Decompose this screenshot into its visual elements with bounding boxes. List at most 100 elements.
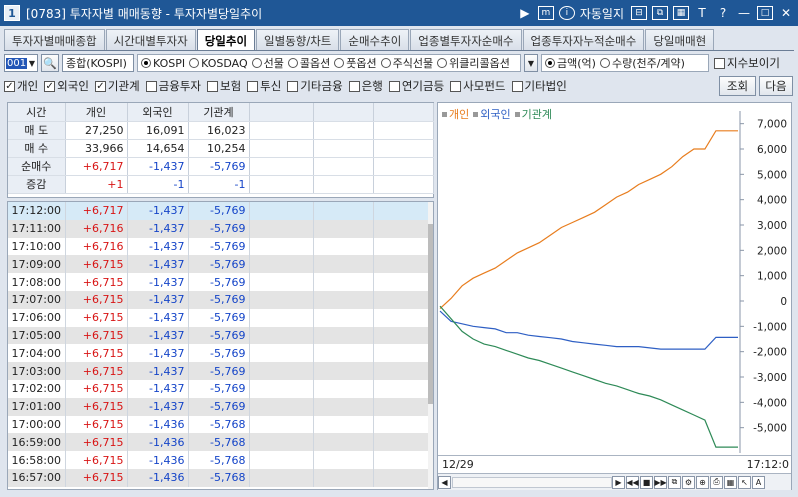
table-row[interactable]: 17:11:00 +6,716 -1,437 -5,769 — [8, 219, 429, 238]
table-row[interactable]: 17:03:00 +6,715 -1,437 -5,769 — [8, 362, 429, 380]
table-row[interactable]: 17:02:00 +6,715 -1,437 -5,769 — [8, 379, 429, 398]
close-icon[interactable]: ✕ — [778, 4, 794, 22]
check-trust[interactable]: 투신 — [247, 78, 281, 94]
show-index-checkbox[interactable]: 지수보이기 — [714, 55, 780, 71]
radio-put-option[interactable]: 풋옵션 — [334, 55, 377, 71]
table-row[interactable]: 17:06:00 +6,715 -1,437 -5,769 — [8, 308, 429, 327]
table-row[interactable]: 16:59:00 +6,715 -1,436 -5,768 — [8, 433, 429, 452]
cell: +6,715 — [65, 344, 128, 363]
query-button[interactable]: 조회 — [719, 76, 756, 96]
check-pension[interactable]: 연기금등 — [388, 78, 444, 94]
check-institution[interactable]: ✓ 기관계 — [94, 78, 140, 94]
tab-intraday-trend[interactable]: 당일추이 — [196, 29, 256, 51]
col-empty — [313, 103, 374, 122]
y-tick-label: -1,000 — [753, 321, 787, 333]
chart-hscrollbar[interactable] — [452, 476, 612, 488]
tab-intraday-trading[interactable]: 당일매매현 — [645, 29, 715, 51]
cell: +6,715 — [65, 379, 128, 398]
check-bank[interactable]: 은행 — [348, 78, 383, 94]
check-financial-investment[interactable]: 금융투자 — [145, 78, 201, 94]
tab-sector-cumulative[interactable]: 업종투자자누적순매수 — [522, 29, 645, 51]
summary-row-change: 증감 +1 -1 -1 — [8, 175, 434, 194]
copy-chart-icon[interactable]: ⧉ — [668, 475, 681, 489]
table-row[interactable]: 16:58:00 +6,715 -1,436 -5,768 — [8, 451, 429, 469]
tab-investor-summary[interactable]: 투자자별매매종합 — [4, 29, 105, 51]
table-row[interactable]: 16:57:00 +6,715 -1,436 -5,768 — [8, 468, 429, 487]
radio-weekly-call[interactable]: 위클리콜옵션 — [437, 55, 510, 71]
rewind-icon[interactable]: ◀◀ — [626, 475, 639, 489]
radio-amount[interactable]: 금액(억) — [545, 55, 596, 71]
font-icon[interactable]: A — [752, 475, 765, 489]
font-t-icon[interactable]: T — [694, 4, 710, 22]
minimize-icon[interactable]: — — [736, 4, 752, 22]
table-row[interactable]: 17:09:00 +6,715 -1,437 -5,769 — [8, 255, 429, 274]
y-tick-label: 7,000 — [757, 119, 787, 131]
tab-sector-net-buy[interactable]: 업종별투자자순매수 — [410, 29, 522, 51]
radio-stock-futures[interactable]: 주식선물 — [380, 55, 433, 71]
settings-icon[interactable]: ⚙ — [682, 475, 695, 489]
next-button[interactable]: 다음 — [759, 76, 793, 96]
scroll-right-icon[interactable]: ▶ — [612, 475, 625, 489]
link-icon[interactable]: ⊟ — [631, 6, 647, 20]
cell — [373, 202, 429, 220]
scroll-left-icon[interactable]: ◀ — [438, 475, 451, 489]
app-icon: 1 — [4, 5, 20, 21]
cursor-icon[interactable]: ↖ — [738, 475, 751, 489]
info-icon[interactable]: i — [558, 6, 575, 20]
table-row[interactable]: 17:08:00 +6,715 -1,437 -5,769 — [8, 273, 429, 291]
cell: 17:08:00 — [8, 273, 66, 291]
stop-icon[interactable]: ■ — [640, 475, 653, 489]
radio-kospi[interactable]: KOSPI — [141, 57, 185, 70]
col-empty — [249, 103, 314, 122]
tab-time-investor[interactable]: 시간대별투자자 — [105, 29, 196, 51]
forward-icon[interactable]: ▶▶ — [654, 475, 667, 489]
chart-canvas: 7,000 6,000 5,000 4,000 3,000 2,000 1,000 0 -1,0… — [439, 111, 787, 453]
auto-journal-label[interactable]: 자동일지 — [580, 5, 624, 22]
check-other-financial[interactable]: 기타금융 — [287, 78, 343, 94]
cell: +6,716 — [65, 237, 128, 256]
scrollbar-thumb[interactable] — [428, 224, 433, 404]
market-combo[interactable]: 종합(KOSPI) — [62, 54, 134, 72]
search-icon[interactable]: 🔍 — [41, 54, 59, 72]
zoom-icon[interactable]: ⊕ — [696, 475, 709, 489]
help-icon[interactable]: ? — [715, 4, 731, 22]
radio-call-option[interactable]: 콜옵션 — [287, 55, 330, 71]
cell: 17:12:00 — [8, 202, 66, 220]
play-icon[interactable]: ▶ — [517, 4, 533, 22]
table-row[interactable]: 17:01:00 +6,715 -1,437 -5,769 — [8, 397, 429, 416]
code-input[interactable]: 001 ▼ — [4, 54, 38, 72]
check-individual[interactable]: ✓ 개인 — [4, 78, 38, 94]
memo-icon[interactable]: m — [537, 6, 554, 20]
table-row[interactable]: 17:00:00 +6,715 -1,436 -5,768 — [8, 415, 429, 434]
radio-quantity[interactable]: 수량(천주/계약) — [599, 55, 685, 71]
trend-chart: 7,000 6,000 5,000 4,000 3,000 2,000 1,000 0 -1,0… — [437, 102, 792, 490]
check-private-fund[interactable]: 사모펀드 — [450, 78, 506, 94]
radio-kosdaq[interactable]: KOSDAQ — [189, 57, 248, 70]
table-scrollbar[interactable] — [428, 202, 433, 489]
cell: -1,437 — [127, 157, 189, 176]
timeseries-table: 17:12:00 +6,717 -1,437 -5,769 17:11:00 +6,716… — [7, 201, 434, 490]
market-radio-group: KOSPI KOSDAQ 선물 콜옵션 풋옵션 주식선물 위클리콜옵션 — [137, 54, 521, 72]
cell: 10,254 — [188, 139, 250, 158]
cell: -1,437 — [127, 219, 189, 238]
check-insurance[interactable]: 보험 — [207, 78, 241, 94]
table-row[interactable]: 17:07:00 +6,715 -1,437 -5,769 — [8, 290, 429, 309]
maximize-icon[interactable]: □ — [757, 6, 773, 20]
table-row[interactable]: 17:05:00 +6,715 -1,437 -5,769 — [8, 326, 429, 345]
tab-daily-chart[interactable]: 일별동향/차트 — [256, 29, 340, 51]
copy-icon[interactable]: ⧉ — [652, 6, 668, 20]
market-dropdown-button[interactable]: ▼ — [524, 54, 538, 72]
grid-icon[interactable]: ▦ — [724, 475, 737, 489]
tile-icon[interactable]: ▦ — [673, 6, 689, 20]
radio-futures[interactable]: 선물 — [251, 55, 284, 71]
check-other-corp[interactable]: 기타법인 — [511, 78, 567, 94]
cell: -1,437 — [127, 379, 189, 398]
print-icon[interactable]: ⎙ — [710, 475, 723, 489]
tab-bar: 투자자별매매종합 시간대별투자자 당일추이 일별동향/차트 순매수추이 업종별투… — [4, 29, 794, 51]
table-row[interactable]: 17:12:00 +6,717 -1,437 -5,769 — [8, 202, 429, 220]
col-institution: 기관계 — [188, 103, 250, 122]
table-row[interactable]: 17:10:00 +6,716 -1,437 -5,769 — [8, 237, 429, 256]
tab-net-buy-trend[interactable]: 순매수추이 — [340, 29, 410, 51]
table-row[interactable]: 17:04:00 +6,715 -1,437 -5,769 — [8, 344, 429, 363]
check-foreign[interactable]: ✓ 외국인 — [44, 78, 89, 94]
